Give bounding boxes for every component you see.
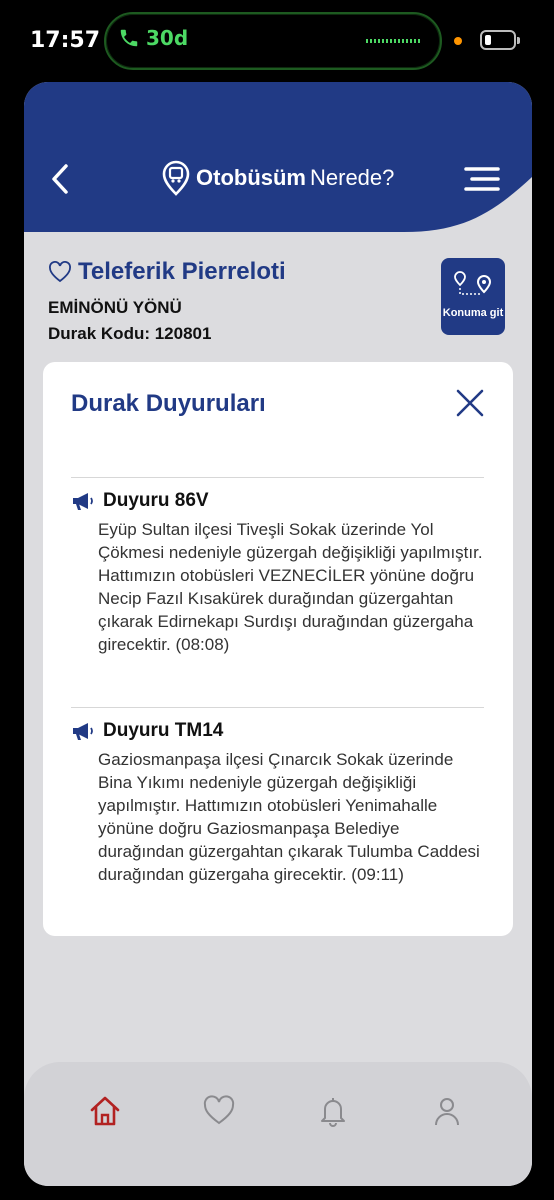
home-icon[interactable] bbox=[88, 1094, 122, 1128]
phone-screen: 17:57 30d Otobüsüm Nerede? Teleferik Pie… bbox=[0, 0, 554, 1200]
stop-announcements-modal: Durak Duyuruları Duyuru 86V Eyüp Sultan … bbox=[43, 362, 513, 936]
route-pin-icon bbox=[454, 271, 492, 295]
bottom-tab-bar bbox=[24, 1062, 532, 1186]
status-bar: 17:57 30d bbox=[0, 0, 554, 80]
announcement-item: Duyuru TM14 Gaziosmanpaşa ilçesi Çınarcı… bbox=[71, 720, 491, 886]
hamburger-menu-icon[interactable] bbox=[464, 166, 500, 192]
close-icon[interactable] bbox=[453, 386, 487, 420]
heart-icon[interactable] bbox=[202, 1094, 236, 1128]
stop-name: Teleferik Pierreloti bbox=[78, 258, 286, 285]
divider bbox=[71, 477, 484, 478]
audio-waveform-icon bbox=[366, 39, 422, 43]
app-container: Otobüsüm Nerede? Teleferik Pierreloti EMİ… bbox=[24, 82, 532, 1186]
stop-direction: EMİNÖNÜ YÖNÜ bbox=[48, 298, 182, 317]
mic-indicator-dot bbox=[454, 37, 462, 45]
app-logo: Otobüsüm Nerede? bbox=[160, 160, 394, 196]
bus-pin-logo-icon bbox=[162, 160, 190, 196]
go-to-location-button[interactable]: Konuma git bbox=[441, 258, 505, 335]
megaphone-icon bbox=[73, 723, 93, 740]
phone-icon bbox=[120, 29, 138, 47]
modal-title: Durak Duyuruları bbox=[71, 390, 266, 417]
megaphone-icon bbox=[73, 493, 93, 510]
favorite-heart-icon[interactable] bbox=[48, 261, 72, 283]
call-indicator[interactable]: 30d bbox=[118, 26, 188, 50]
back-button[interactable] bbox=[46, 162, 74, 196]
divider bbox=[71, 707, 484, 708]
bell-icon[interactable] bbox=[316, 1094, 350, 1128]
call-duration: 30d bbox=[146, 26, 189, 50]
logo-text-light: Nerede? bbox=[310, 165, 395, 190]
go-to-location-label: Konuma git bbox=[442, 307, 504, 319]
battery-icon bbox=[480, 30, 520, 50]
announcement-body: Eyüp Sultan ilçesi Tiveşli Sokak üzerind… bbox=[98, 520, 483, 654]
announcement-title: Duyuru 86V bbox=[103, 490, 209, 511]
announcement-body: Gaziosmanpaşa ilçesi Çınarcık Sokak üzer… bbox=[98, 750, 480, 884]
announcement-item: Duyuru 86V Eyüp Sultan ilçesi Tiveşli So… bbox=[71, 490, 491, 656]
stop-code: Durak Kodu: 120801 bbox=[48, 324, 212, 343]
announcement-title: Duyuru TM14 bbox=[103, 720, 224, 741]
logo-text-bold: Otobüsüm bbox=[196, 165, 306, 190]
status-time: 17:57 bbox=[30, 28, 101, 53]
stop-info: Teleferik Pierreloti EMİNÖNÜ YÖNÜ Durak … bbox=[48, 258, 286, 344]
user-icon[interactable] bbox=[430, 1094, 464, 1128]
